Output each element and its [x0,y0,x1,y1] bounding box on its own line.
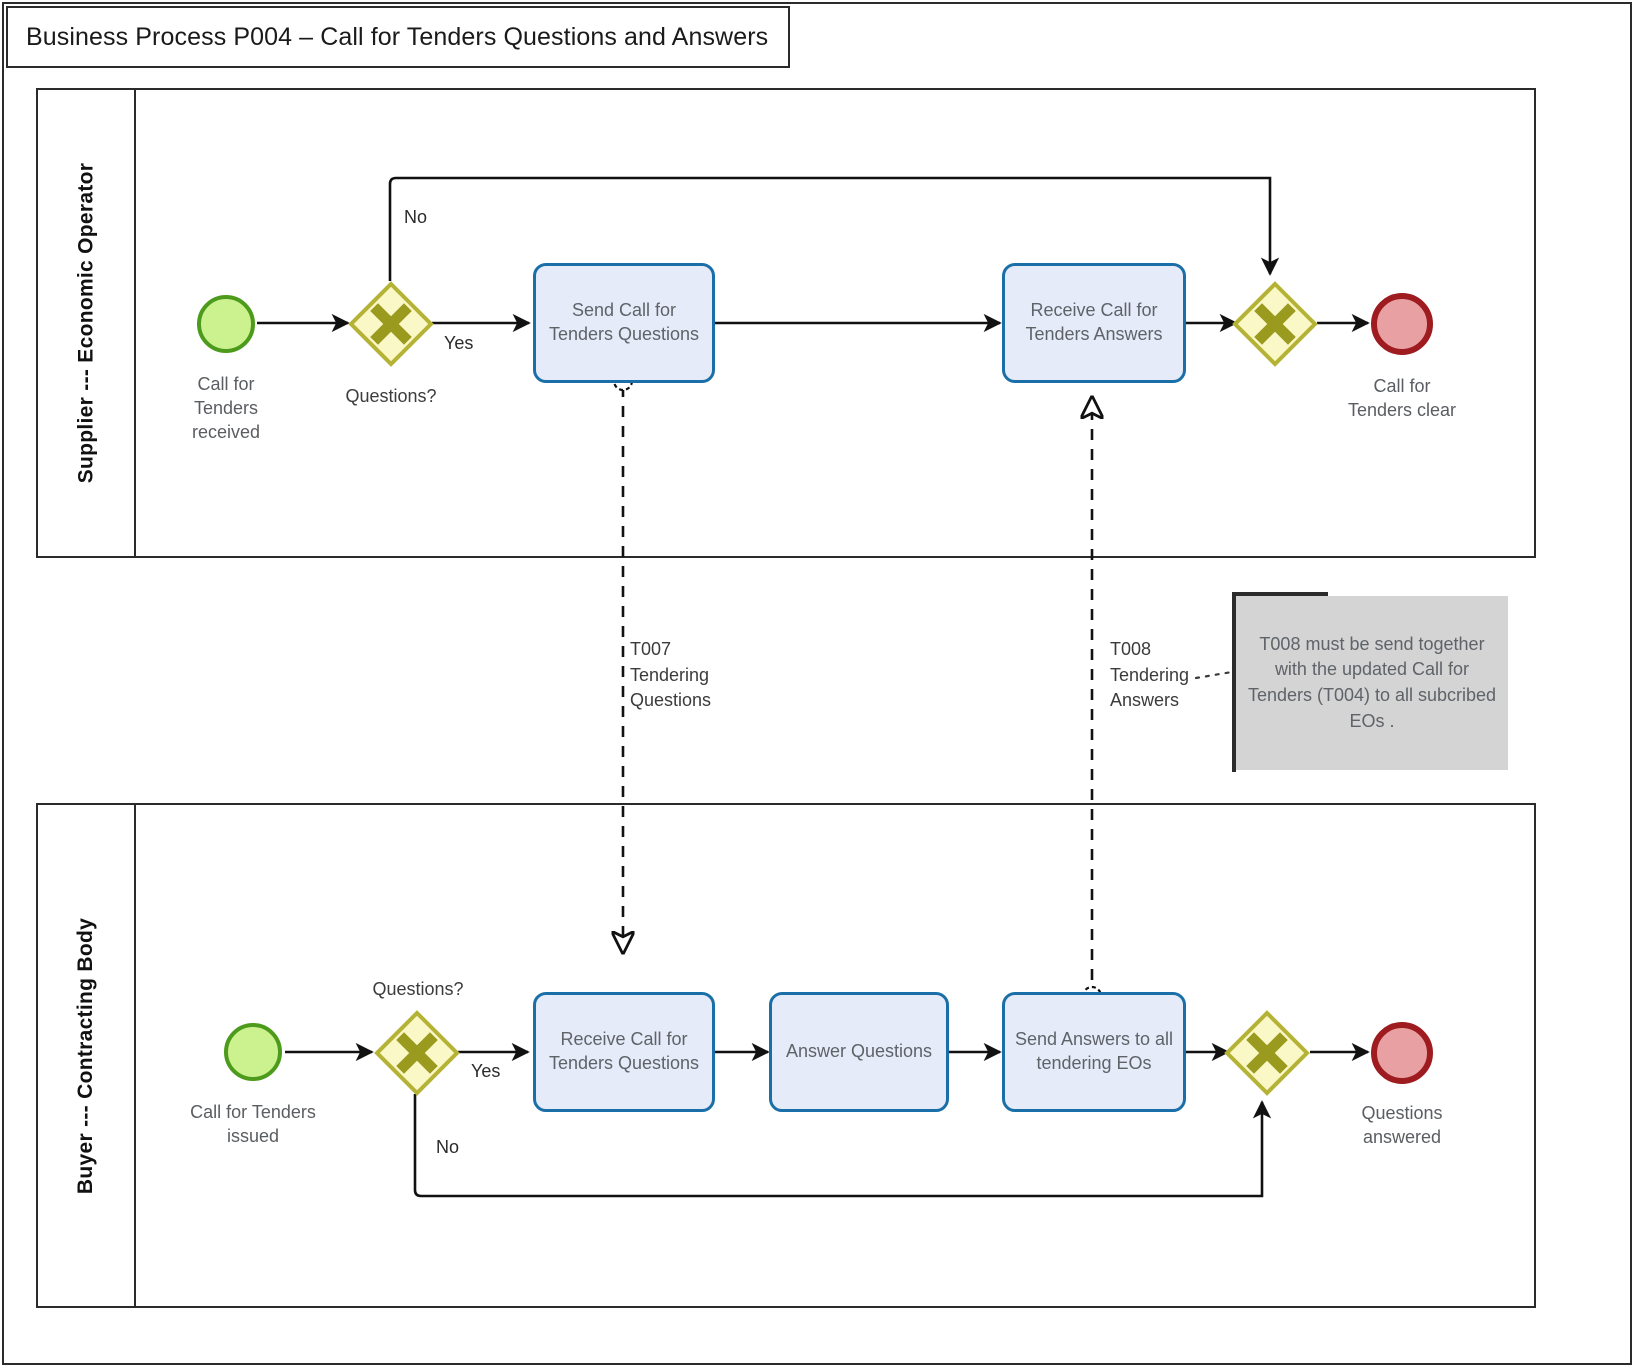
start-event-call-for-tenders-issued[interactable] [224,1023,282,1081]
page-title: Business Process P004 – Call for Tenders… [26,22,769,51]
end-event-buyer-label: Questions answered [1361,1103,1443,1147]
gateway-supplier-questions-label: Questions? [345,386,437,406]
pool-buyer-header: Buyer --- Contracting Body [38,805,136,1306]
task-send-answers-to-all-tendering-eos[interactable]: Send Answers to all tendering EOs [1002,992,1186,1112]
task-send-call-for-tenders-questions[interactable]: Send Call for Tenders Questions [533,263,715,383]
pool-buyer-label: Buyer --- Contracting Body [74,917,98,1194]
gateway-supplier-questions[interactable] [348,281,434,367]
start-event-supplier-label: Call for Tenders received [191,374,261,442]
start-event-buyer-label: Call for Tenders issued [190,1102,316,1146]
task-receive-call-for-tenders-answers[interactable]: Receive Call for Tenders Answers [1002,263,1186,383]
gateway-supplier-merge[interactable] [1232,281,1318,367]
flow-label-supplier-no: No [404,207,428,227]
diagram-title-box: Business Process P004 – Call for Tenders… [6,6,790,68]
annotation-t008-note: T008 must be send together with the upda… [1236,596,1508,770]
end-event-call-for-tenders-clear[interactable] [1371,293,1433,355]
flow-label-supplier-yes: Yes [444,333,474,353]
task-answer-questions[interactable]: Answer Questions [769,992,949,1112]
gateway-buyer-merge[interactable] [1224,1010,1310,1096]
message-flow-label-t007: T007 Tendering Questions [630,639,712,711]
gateway-buyer-questions[interactable] [374,1010,460,1096]
pool-supplier-label: Supplier --- Economic Operator [74,162,98,484]
bpmn-diagram: Business Process P004 – Call for Tenders… [0,0,1636,1369]
end-event-supplier-label: Call for Tenders clear [1347,376,1457,420]
flow-label-buyer-yes: Yes [471,1061,501,1081]
start-event-call-for-tenders-received[interactable] [197,295,255,353]
end-event-questions-answered[interactable] [1371,1022,1433,1084]
gateway-buyer-questions-label: Questions? [372,979,464,999]
task-receive-call-for-tenders-questions[interactable]: Receive Call for Tenders Questions [533,992,715,1112]
pool-supplier-header: Supplier --- Economic Operator [38,90,136,556]
flow-label-buyer-no: No [436,1137,460,1157]
